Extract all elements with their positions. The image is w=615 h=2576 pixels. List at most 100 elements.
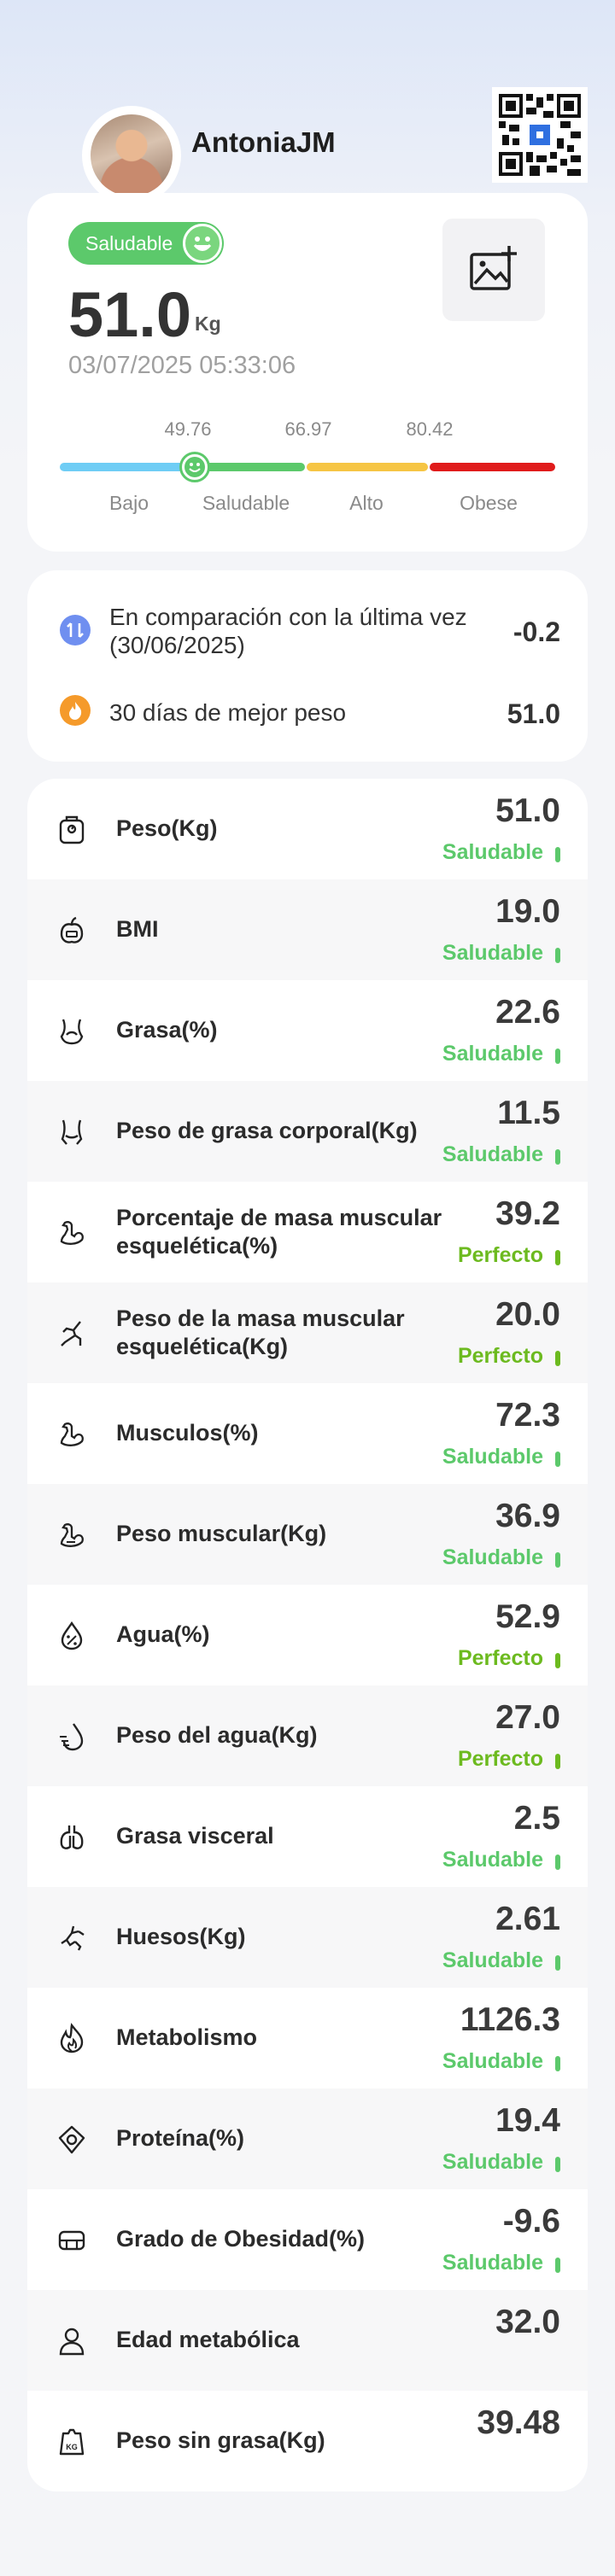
metabolic-age-icon bbox=[55, 2324, 89, 2358]
range-bar-high bbox=[307, 463, 428, 471]
metrics-list: Peso(Kg) 51.0 Saludable BMI 19.0 Saludable Gra… bbox=[27, 779, 588, 2491]
metric-name: Peso(Kg) bbox=[116, 815, 218, 841]
range-label-high: Alto bbox=[349, 492, 384, 514]
body-fat-icon bbox=[55, 1014, 89, 1049]
status-indicator bbox=[555, 2258, 560, 2273]
metric-row[interactable]: Peso de grasa corporal(Kg) 11.5 Saludable bbox=[27, 1081, 588, 1182]
metric-value: 2.5 bbox=[513, 1800, 560, 1837]
metric-name: BMI bbox=[116, 916, 159, 942]
metric-status: Saludable bbox=[442, 840, 543, 864]
obesity-degree-icon bbox=[55, 2223, 89, 2258]
metric-value: 51.0 bbox=[495, 792, 560, 829]
status-badge: Saludable bbox=[68, 222, 224, 265]
metric-row[interactable]: Agua(%) 52.9 Perfecto bbox=[27, 1585, 588, 1685]
status-indicator bbox=[555, 948, 560, 963]
lean-mass-kg-icon: KG bbox=[55, 2425, 89, 2459]
status-indicator bbox=[555, 2157, 560, 2172]
metric-row[interactable]: BMI 19.0 Saludable bbox=[27, 879, 588, 980]
metric-status: Perfecto bbox=[457, 1243, 543, 1267]
muscle-arm-icon bbox=[55, 1216, 89, 1250]
metric-value: 20.0 bbox=[495, 1296, 560, 1333]
best-weight-value: 51.0 bbox=[507, 698, 560, 729]
metric-name: Peso del agua(Kg) bbox=[116, 1722, 318, 1748]
metric-value: 19.0 bbox=[495, 893, 560, 930]
metric-value: 52.9 bbox=[495, 1598, 560, 1635]
metric-row[interactable]: Huesos(Kg) 2.61 Saludable bbox=[27, 1887, 588, 1988]
metric-row[interactable]: Proteína(%) 19.4 Saludable bbox=[27, 2088, 588, 2189]
metric-row[interactable]: Grasa(%) 22.6 Saludable bbox=[27, 980, 588, 1081]
metric-row[interactable]: Peso de la masa muscular esquelética(Kg)… bbox=[27, 1282, 588, 1383]
metric-name: Peso de grasa corporal(Kg) bbox=[116, 1118, 418, 1143]
metric-status: Saludable bbox=[442, 1545, 543, 1569]
metric-status: Saludable bbox=[442, 1042, 543, 1066]
metric-name: Metabolismo bbox=[116, 2024, 258, 2050]
metric-row[interactable]: Grasa visceral 2.5 Saludable bbox=[27, 1786, 588, 1887]
profile-header: AntoniaJM bbox=[0, 0, 615, 205]
body-fat-weight-icon bbox=[55, 1115, 89, 1149]
status-indicator bbox=[555, 1250, 560, 1265]
metric-row[interactable]: Peso(Kg) 51.0 Saludable bbox=[27, 779, 588, 879]
flame-icon bbox=[60, 695, 91, 726]
avatar[interactable] bbox=[82, 106, 181, 205]
comparison-last-value: -0.2 bbox=[512, 616, 560, 647]
visceral-fat-icon bbox=[55, 1820, 89, 1855]
water-percent-icon bbox=[55, 1619, 89, 1653]
metric-row[interactable]: KG Peso sin grasa(Kg) 39.48 bbox=[27, 2391, 588, 2491]
metric-row[interactable]: Edad metabólica 32.0 bbox=[27, 2290, 588, 2391]
metric-status: Saludable bbox=[442, 1948, 543, 1972]
smile-icon bbox=[183, 224, 222, 263]
smile-marker-icon bbox=[184, 457, 205, 477]
username: AntoniaJM bbox=[191, 126, 336, 158]
metric-name: Edad metabólica bbox=[116, 2327, 300, 2352]
status-indicator bbox=[555, 1955, 560, 1971]
metric-row[interactable]: Musculos(%) 72.3 Saludable bbox=[27, 1383, 588, 1484]
metric-name: Musculos(%) bbox=[116, 1420, 259, 1446]
metric-row[interactable]: Metabolismo 1126.3 Saludable bbox=[27, 1988, 588, 2088]
status-indicator bbox=[555, 1653, 560, 1668]
muscle-weight-icon bbox=[55, 1518, 89, 1552]
bones-icon bbox=[55, 1921, 89, 1955]
metric-status: Saludable bbox=[442, 1445, 543, 1469]
metric-status: Perfecto bbox=[457, 1747, 543, 1771]
best-weight-row[interactable]: 30 días de mejor peso 51.0 bbox=[27, 690, 588, 733]
status-indicator bbox=[555, 1351, 560, 1366]
threshold-high: 80.42 bbox=[406, 418, 454, 440]
status-indicator bbox=[555, 847, 560, 862]
metric-value: 32.0 bbox=[495, 2304, 560, 2340]
bmi-icon bbox=[55, 914, 89, 948]
metabolism-flame-icon bbox=[55, 2022, 89, 2056]
metric-value: 11.5 bbox=[497, 1095, 560, 1131]
status-indicator bbox=[555, 1754, 560, 1769]
qr-code-icon bbox=[499, 94, 581, 176]
measurement-datetime: 03/07/2025 05:33:06 bbox=[68, 352, 296, 379]
metric-status: Perfecto bbox=[457, 1344, 543, 1368]
range-label-healthy: Saludable bbox=[202, 492, 290, 514]
metric-value: 1126.3 bbox=[460, 2001, 560, 2038]
qr-code[interactable] bbox=[492, 87, 588, 183]
metric-status: Saludable bbox=[442, 2049, 543, 2073]
metric-status: Saludable bbox=[442, 1142, 543, 1166]
best-weight-label: 30 días de mejor peso bbox=[109, 699, 347, 726]
muscle-percent-icon bbox=[55, 1417, 89, 1452]
protein-icon bbox=[55, 2123, 89, 2157]
weight-summary-card: Saludable 51.0 Kg 03/07/2025 05:33:06 49… bbox=[27, 193, 588, 552]
skeletal-muscle-icon bbox=[55, 1317, 89, 1351]
svg-text:KG: KG bbox=[66, 2443, 78, 2451]
add-photo-button[interactable] bbox=[442, 219, 545, 321]
metric-name: Peso muscular(Kg) bbox=[116, 1521, 327, 1546]
metric-row[interactable]: Peso muscular(Kg) 36.9 Saludable bbox=[27, 1484, 588, 1585]
metric-name: Agua(%) bbox=[116, 1621, 210, 1647]
metric-status: Saludable bbox=[442, 941, 543, 965]
scale-icon bbox=[55, 813, 89, 847]
metric-row[interactable]: Peso del agua(Kg) 27.0 Perfecto bbox=[27, 1685, 588, 1786]
metric-value: 39.2 bbox=[495, 1195, 560, 1232]
range-bar-low bbox=[60, 463, 184, 471]
water-weight-icon bbox=[55, 1720, 89, 1754]
metric-name: Porcentaje de masa muscular esquelética(… bbox=[116, 1205, 442, 1259]
metric-value: 27.0 bbox=[495, 1699, 560, 1736]
metric-row[interactable]: Grado de Obesidad(%) -9.6 Saludable bbox=[27, 2189, 588, 2290]
comparison-last-row[interactable]: En comparación con la última vez (30/06/… bbox=[27, 601, 588, 661]
metric-row[interactable]: Porcentaje de masa muscular esquelética(… bbox=[27, 1182, 588, 1282]
metric-value: 19.4 bbox=[495, 2102, 560, 2139]
weight-position-marker bbox=[179, 452, 210, 482]
